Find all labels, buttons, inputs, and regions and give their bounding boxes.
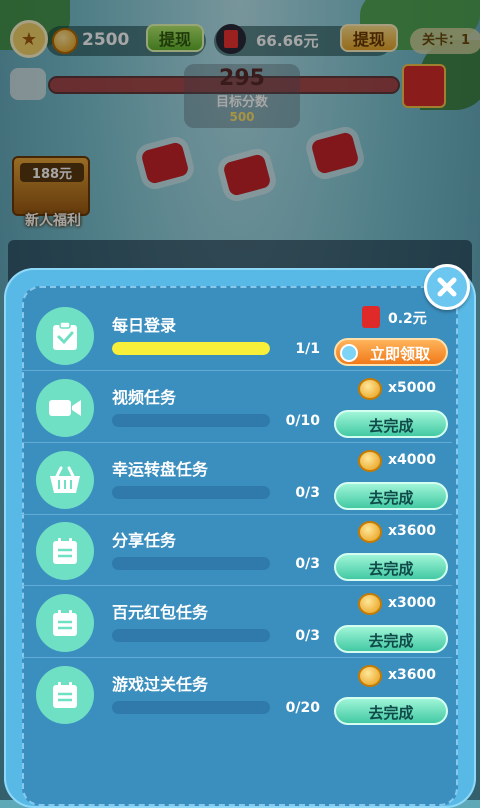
coin-icon <box>358 521 382 544</box>
calendar-icon <box>36 594 94 653</box>
task-progress-text: 1/1 <box>295 341 320 357</box>
task-progress-bar <box>112 557 270 571</box>
action-label: 去完成 <box>368 560 414 579</box>
task-progress-text: 0/10 <box>285 412 320 429</box>
basket-icon <box>36 450 94 509</box>
calendar-icon <box>36 666 94 724</box>
go-complete-button[interactable]: 去完成 <box>334 697 448 725</box>
action-label: 去完成 <box>368 488 414 507</box>
task-reward: x4000 <box>352 449 462 474</box>
task-reward-amount: x3000 <box>388 595 436 612</box>
task-row: 幸运转盘任务 0/3 x4000 去完成 <box>22 444 452 516</box>
red-envelope-icon <box>362 306 380 328</box>
task-reward-amount: x5000 <box>388 379 436 396</box>
task-progress-text: 0/3 <box>295 484 320 501</box>
task-progress-text: 0/20 <box>285 700 320 716</box>
task-row: 百元红包任务 0/3 x3000 去完成 <box>22 587 452 659</box>
coin-icon <box>358 593 382 616</box>
claim-reward-button[interactable]: 立即领取 <box>334 338 448 366</box>
coin-icon <box>358 377 382 400</box>
task-reward: 0.2元 <box>352 306 462 330</box>
task-row: 分享任务 0/3 x3600 去完成 <box>22 515 452 587</box>
task-reward-amount: x3600 <box>388 523 436 540</box>
close-icon <box>437 277 457 297</box>
task-title: 游戏过关任务 <box>112 675 209 694</box>
task-reward: x5000 <box>352 377 462 402</box>
go-complete-button[interactable]: 去完成 <box>334 409 448 438</box>
calendar-icon <box>36 522 94 581</box>
coin-icon <box>358 449 382 472</box>
task-progress-text: 0/3 <box>295 556 320 573</box>
task-reward: x3600 <box>352 665 462 689</box>
task-title: 视频任务 <box>112 387 177 407</box>
task-reward-amount: x4000 <box>388 451 436 468</box>
task-progress-text: 0/3 <box>295 628 320 645</box>
task-reward-amount: x3600 <box>388 667 436 683</box>
action-label: 去完成 <box>368 632 414 651</box>
task-progress-bar <box>112 485 270 499</box>
task-reward-amount: 0.2元 <box>388 311 427 327</box>
task-title: 幸运转盘任务 <box>112 459 209 479</box>
task-progress-bar <box>112 413 270 427</box>
action-label: 去完成 <box>368 416 414 435</box>
task-title: 分享任务 <box>112 531 177 551</box>
claim-icon <box>340 344 358 362</box>
video-camera-icon <box>36 378 94 437</box>
go-complete-button[interactable]: 去完成 <box>334 553 448 582</box>
task-title: 每日登录 <box>112 316 177 335</box>
task-progress-bar <box>112 342 270 355</box>
task-row: 游戏过关任务 0/20 x3600 去完成 <box>22 659 452 731</box>
clipboard-check-icon <box>36 307 94 365</box>
task-progress-fill <box>112 342 270 355</box>
task-row: 视频任务 0/10 x5000 去完成 <box>22 372 452 444</box>
task-title: 百元红包任务 <box>112 603 209 623</box>
task-row: 每日登录 1/1 0.2元立即领取 <box>22 300 452 372</box>
coin-icon <box>358 665 382 687</box>
task-reward: x3000 <box>352 593 462 617</box>
go-complete-button[interactable]: 去完成 <box>334 481 448 510</box>
task-progress-bar <box>112 701 270 714</box>
action-label: 立即领取 <box>369 345 430 363</box>
go-complete-button[interactable]: 去完成 <box>334 625 448 654</box>
action-label: 去完成 <box>368 704 414 722</box>
task-reward: x3600 <box>352 521 462 545</box>
task-progress-bar <box>112 629 270 643</box>
